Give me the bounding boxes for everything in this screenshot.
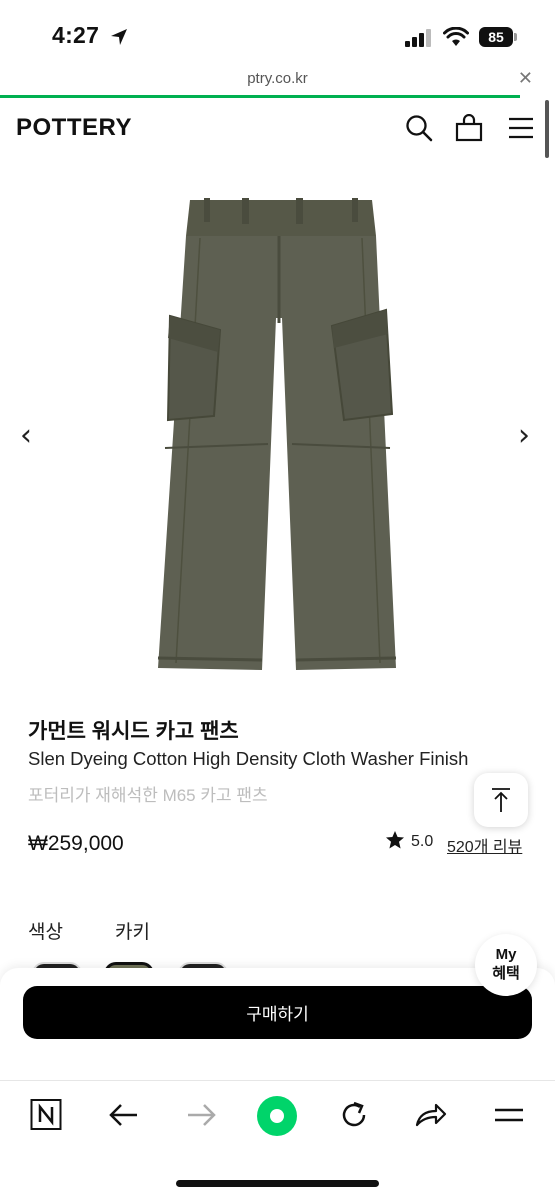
battery-cap — [514, 33, 517, 41]
home-indicator — [176, 1180, 379, 1187]
my-benefit-line2: 혜택 — [492, 965, 520, 982]
menu-lines-icon[interactable] — [493, 1097, 525, 1133]
menu-icon[interactable] — [507, 114, 535, 142]
next-image-button[interactable]: › — [518, 418, 530, 453]
green-dot-icon[interactable] — [256, 1095, 298, 1137]
location-arrow-icon — [111, 29, 127, 45]
site-header: POTTERY — [0, 98, 555, 158]
signal-icon — [405, 29, 431, 47]
close-icon[interactable]: ✕ — [518, 68, 533, 89]
product-subtitle: Slen Dyeing Cotton High Density Cloth Wa… — [28, 748, 469, 769]
status-time: 4:27 — [52, 22, 100, 48]
status-bar: 4:27 85 — [0, 0, 555, 68]
back-arrow-icon[interactable] — [108, 1097, 140, 1133]
arrow-up-icon — [492, 788, 510, 812]
search-icon[interactable] — [405, 114, 433, 142]
scroll-to-top-button[interactable] — [474, 773, 528, 827]
wifi-icon — [443, 27, 469, 46]
share-icon[interactable] — [414, 1097, 448, 1133]
reviews-link[interactable]: 520개 리뷰 — [447, 833, 522, 857]
color-label: 색상 — [28, 922, 63, 943]
product-title: 가먼트 워시드 카고 팬츠 — [28, 720, 239, 743]
buy-button[interactable]: 구매하기 — [23, 986, 532, 1039]
naver-n-icon[interactable] — [30, 1097, 62, 1133]
star-icon — [386, 831, 404, 849]
url-bar[interactable]: ptry.co.kr ✕ — [0, 68, 555, 96]
product-price: ₩259,000 — [28, 832, 124, 855]
battery-icon: 85 — [479, 27, 513, 47]
product-description: 포터리가 재해석한 M65 카고 팬츠 — [28, 786, 268, 805]
forward-arrow-icon[interactable] — [185, 1097, 217, 1133]
reload-icon[interactable] — [338, 1097, 370, 1133]
selected-color-value: 카키 — [115, 922, 150, 943]
site-logo[interactable]: POTTERY — [16, 114, 132, 142]
prev-image-button[interactable]: ‹ — [20, 418, 32, 453]
bag-icon[interactable] — [455, 114, 483, 142]
my-benefit-button[interactable]: My 혜택 — [475, 934, 537, 996]
my-benefit-line1: My — [495, 946, 517, 963]
scrollbar-thumb[interactable] — [545, 100, 549, 158]
rating-value: 5.0 — [411, 833, 434, 850]
product-image[interactable] — [0, 158, 555, 698]
url-text[interactable]: ptry.co.kr — [0, 70, 555, 87]
